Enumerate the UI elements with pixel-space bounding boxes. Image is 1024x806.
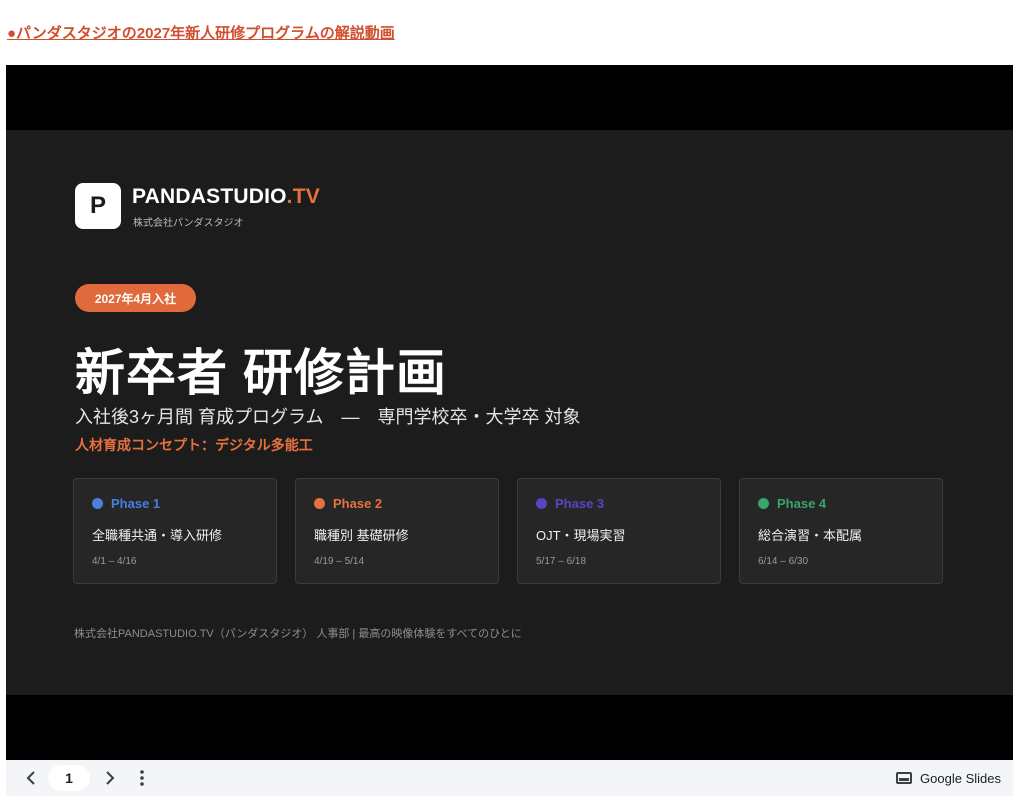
phase-title: 職種別 基礎研修 [314,528,409,543]
phase-card-1: Phase 1 全職種共通・導入研修 4/1 – 4/16 [73,478,277,584]
brand-main: PANDASTUDIO [132,185,287,208]
phase-dot-icon [314,498,325,509]
phase-dates: 4/19 – 5/14 [314,556,365,567]
brand-subtitle: 株式会社パンダスタジオ [133,218,244,229]
phase-label: Phase 2 [333,496,383,511]
slide-canvas[interactable]: P PANDASTUDIO.TV 株式会社パンダスタジオ 2027年4月入社 新… [6,130,1013,695]
more-options-button[interactable] [132,760,152,796]
slides-toolbar: 1 Google Slides [6,760,1013,796]
concept-text: 人材育成コンセプト：デジタル多能工 [75,437,313,453]
next-slide-button[interactable] [99,760,121,796]
phase-title: 全職種共通・導入研修 [92,528,223,543]
prev-slide-button[interactable] [20,760,42,796]
page-number[interactable]: 1 [48,765,90,791]
slide-footer: 株式会社PANDASTUDIO.TV（パンダスタジオ） 人事部 | 最高の映像体… [74,628,522,640]
slide-subtitle: 入社後3ヶ月間 育成プログラム ― 専門学校卒・大学卒 対象 [75,407,581,427]
chevron-left-icon [26,771,35,785]
phase-header: Phase 3 [536,496,604,511]
video-link[interactable]: ●パンダスタジオの2027年新人研修プログラムの解説動画 [7,22,395,43]
google-slides-link[interactable]: Google Slides [896,760,1001,796]
phase-header: Phase 2 [314,496,382,511]
phase-dot-icon [92,498,103,509]
chevron-right-icon [106,771,115,785]
phase-header: Phase 1 [92,496,160,511]
phase-cards: Phase 1 全職種共通・導入研修 4/1 – 4/16 Phase 2 職種… [73,478,943,584]
brand-accent: .TV [286,185,320,208]
phase-label: Phase 4 [777,496,827,511]
phase-dates: 6/14 – 6/30 [758,556,809,567]
google-slides-label: Google Slides [920,770,1001,786]
phase-dot-icon [758,498,769,509]
more-vert-icon [140,770,144,786]
slides-embed: P PANDASTUDIO.TV 株式会社パンダスタジオ 2027年4月入社 新… [6,65,1013,760]
logo-mark: P [75,183,121,229]
slides-icon [896,772,913,784]
phase-dates: 5/17 – 6/18 [536,556,587,567]
phase-label: Phase 3 [555,496,605,511]
phase-dates: 4/1 – 4/16 [92,556,137,567]
phase-title: 総合演習・本配属 [758,528,863,543]
phase-header: Phase 4 [758,496,826,511]
phase-card-2: Phase 2 職種別 基礎研修 4/19 – 5/14 [295,478,499,584]
brand-name: PANDASTUDIO.TV [132,185,320,209]
logo-letter: P [89,192,106,219]
phase-card-3: Phase 3 OJT・現場実習 5/17 – 6/18 [517,478,721,584]
intake-badge: 2027年4月入社 [75,284,196,312]
phase-title: OJT・現場実習 [536,528,626,543]
phase-card-4: Phase 4 総合演習・本配属 6/14 – 6/30 [739,478,943,584]
phase-label: Phase 1 [111,496,161,511]
slide-title: 新卒者 研修計画 [75,345,447,401]
phase-dot-icon [536,498,547,509]
